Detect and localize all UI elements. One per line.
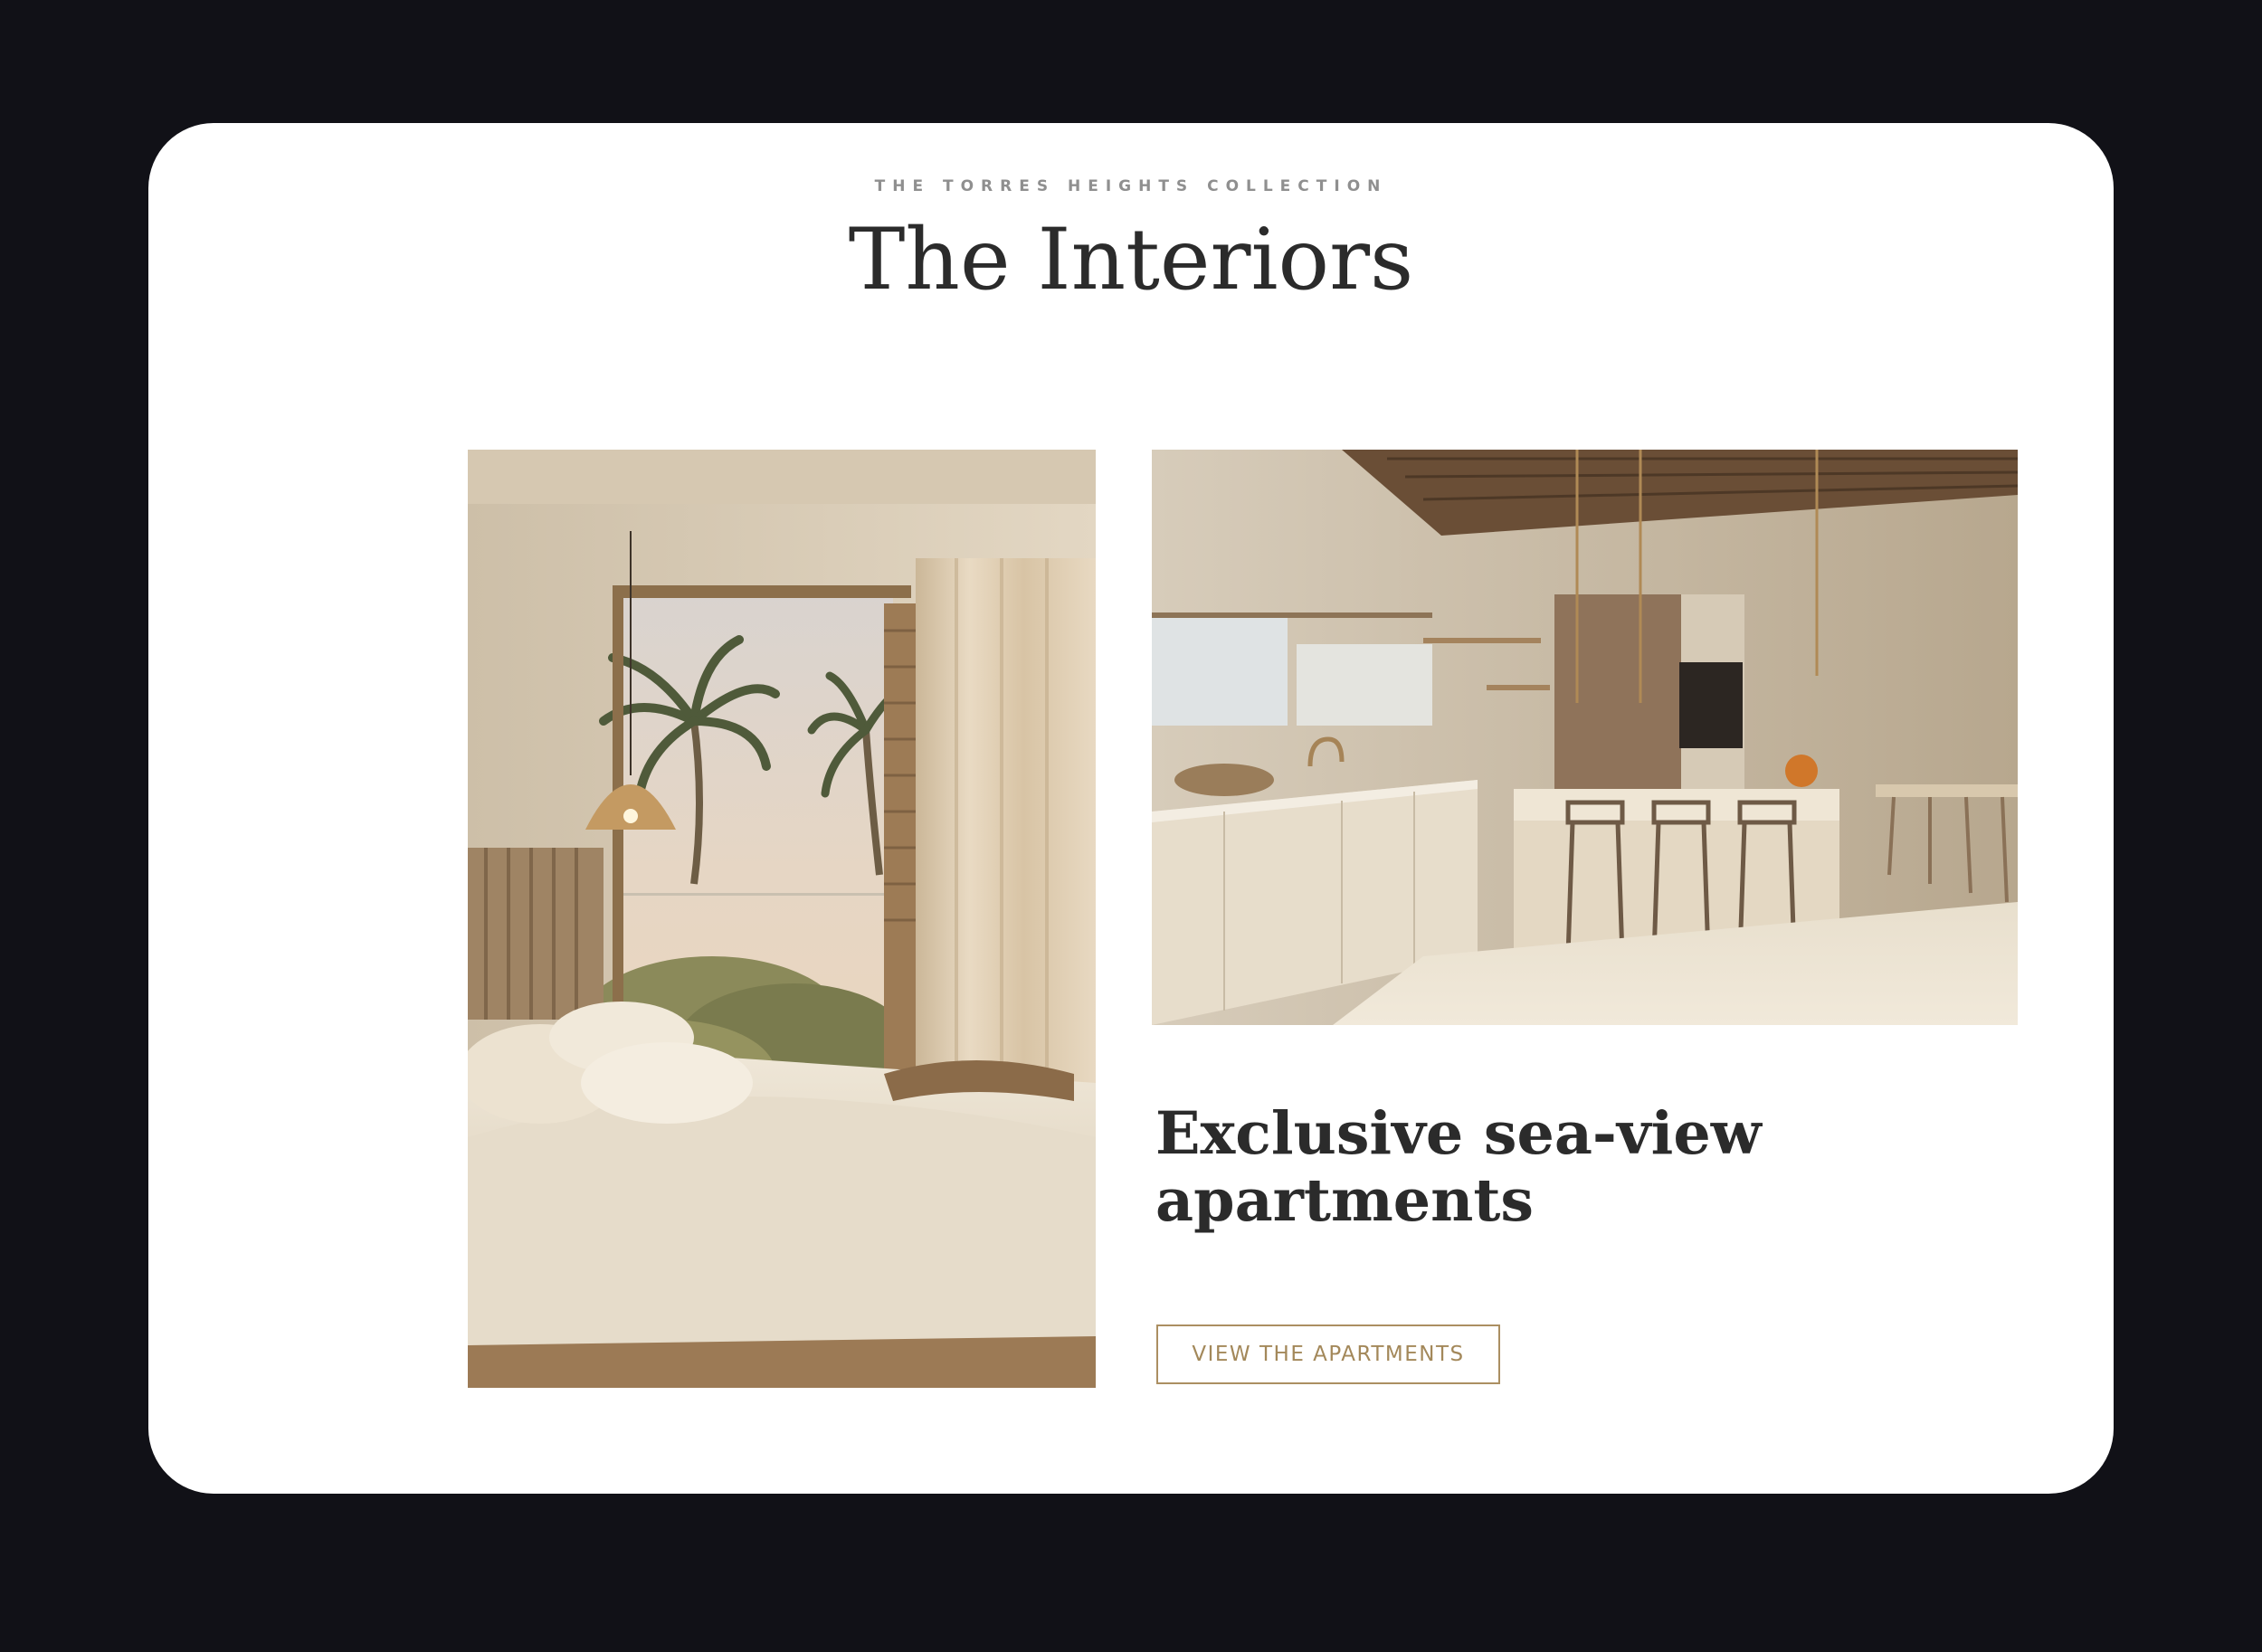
feature-headline-line1: Exclusive sea-view <box>1155 1099 1762 1168</box>
feature-headline: Exclusive sea-view apartments <box>1155 1100 1879 1234</box>
content-card: THE TORRES HEIGHTS COLLECTION The Interi… <box>148 123 2114 1494</box>
kitchen-photo <box>1152 450 2018 1025</box>
collection-eyebrow: THE TORRES HEIGHTS COLLECTION <box>874 177 1388 195</box>
bedroom-photo <box>468 450 1096 1388</box>
feature-headline-line2: apartments <box>1155 1166 1534 1235</box>
view-apartments-button[interactable]: VIEW THE APARTMENTS <box>1156 1324 1500 1384</box>
page-title: The Interiors <box>848 211 1414 309</box>
